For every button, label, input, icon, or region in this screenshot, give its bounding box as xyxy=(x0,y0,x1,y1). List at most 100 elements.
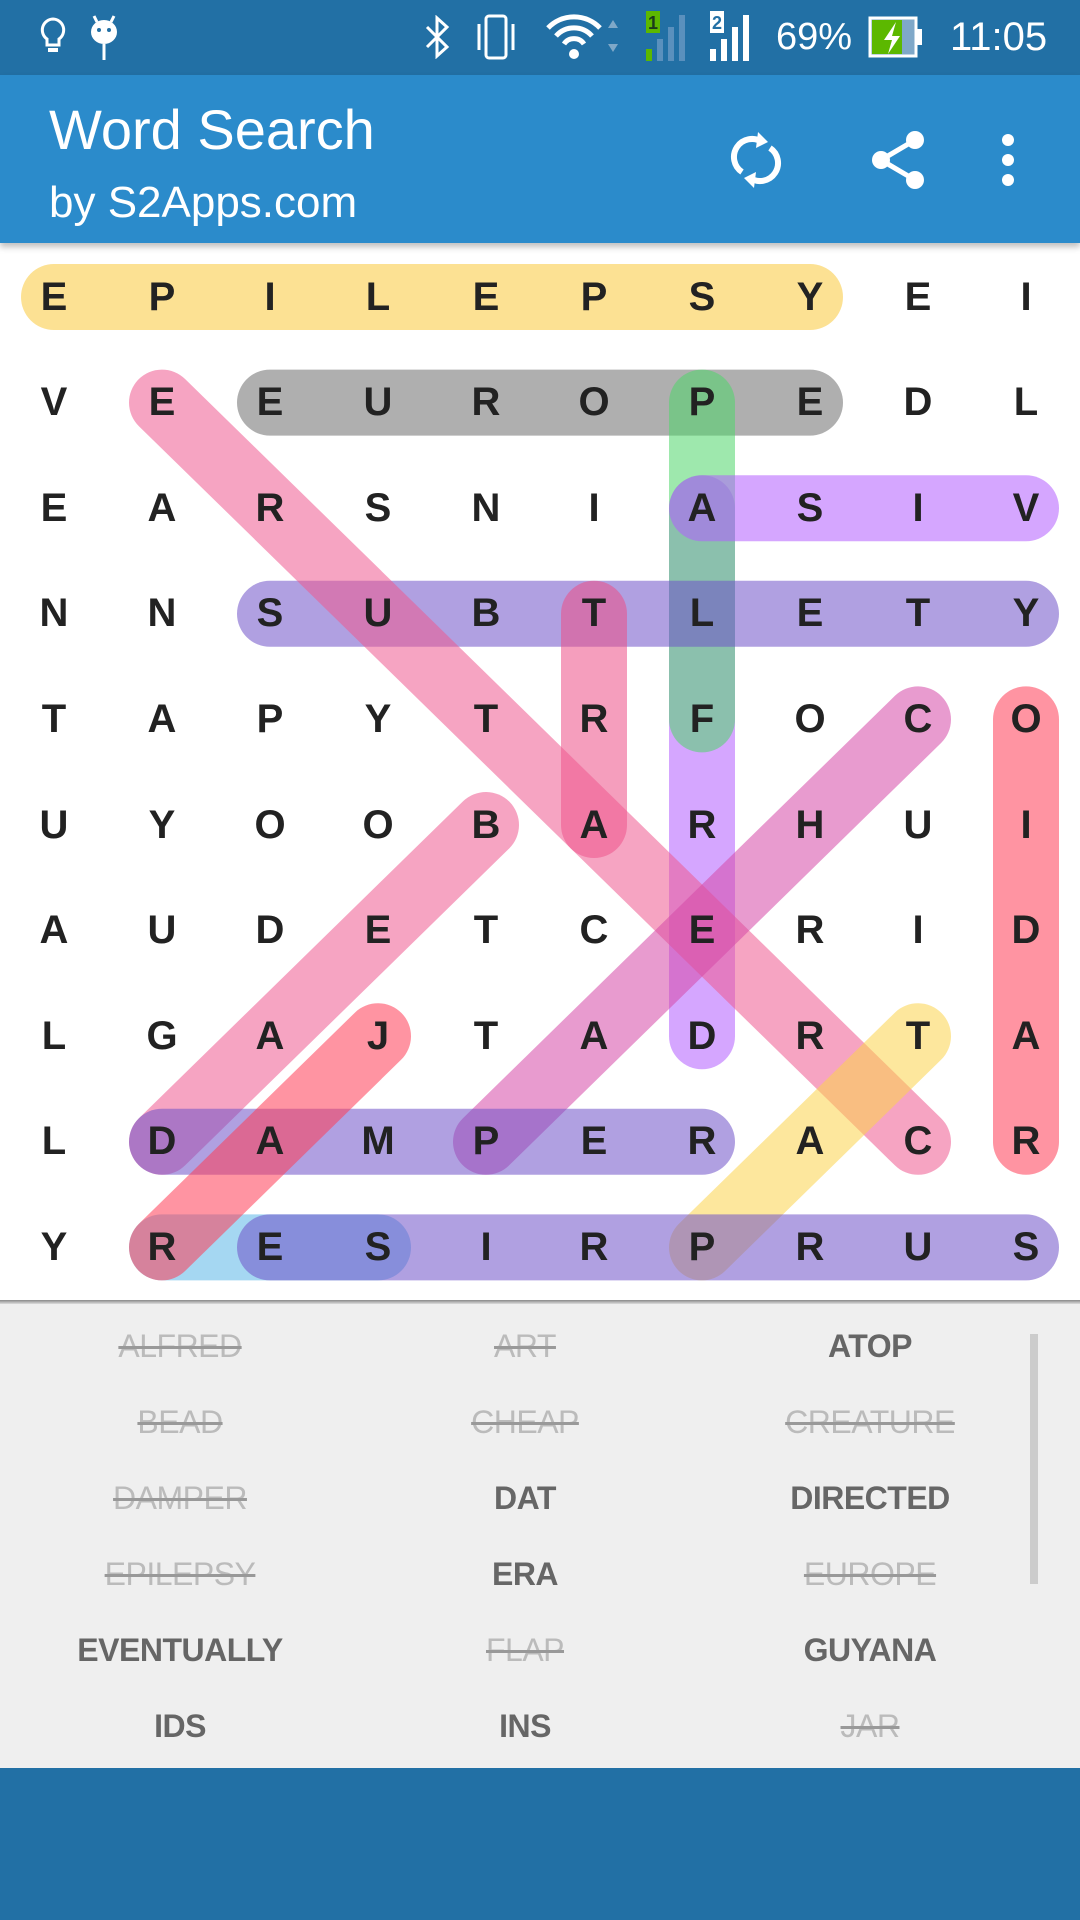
grid-cell[interactable]: D xyxy=(108,1089,216,1195)
grid-cell[interactable]: I xyxy=(216,244,324,350)
grid-cell[interactable]: Y xyxy=(108,772,216,878)
grid-cell[interactable]: T xyxy=(0,666,108,772)
grid-cell[interactable]: P xyxy=(648,1194,756,1300)
grid-cell[interactable]: E xyxy=(864,244,972,350)
grid-cell[interactable]: P xyxy=(216,666,324,772)
grid-cell[interactable]: Y xyxy=(756,244,864,350)
grid-cell[interactable]: A xyxy=(756,1089,864,1195)
grid-cell[interactable]: R xyxy=(648,1089,756,1195)
grid-cell[interactable]: T xyxy=(432,983,540,1089)
grid-cell[interactable]: C xyxy=(864,1089,972,1195)
grid-cell[interactable]: R xyxy=(216,455,324,561)
grid-cell[interactable]: R xyxy=(756,878,864,984)
grid-cell[interactable]: T xyxy=(864,983,972,1089)
grid-cell[interactable]: R xyxy=(756,983,864,1089)
grid-cell[interactable]: R xyxy=(648,772,756,878)
grid-cell[interactable]: N xyxy=(432,455,540,561)
grid-cell[interactable]: P xyxy=(648,350,756,456)
grid-cell[interactable]: Y xyxy=(324,666,432,772)
grid-cell[interactable]: D xyxy=(216,878,324,984)
grid-cell[interactable]: U xyxy=(324,561,432,667)
grid-cell[interactable]: T xyxy=(540,561,648,667)
grid-cell[interactable]: R xyxy=(756,1194,864,1300)
grid-cell[interactable]: A xyxy=(0,878,108,984)
grid-cell[interactable]: A xyxy=(216,983,324,1089)
grid-cell[interactable]: F xyxy=(648,666,756,772)
grid-cell[interactable]: O xyxy=(324,772,432,878)
grid-cell[interactable]: O xyxy=(540,350,648,456)
grid-cell[interactable]: I xyxy=(972,772,1080,878)
grid-cell[interactable]: E xyxy=(216,350,324,456)
grid-cell[interactable]: U xyxy=(864,772,972,878)
grid-cell[interactable]: S xyxy=(324,1194,432,1300)
grid-cell[interactable]: S xyxy=(324,455,432,561)
grid-cell[interactable]: T xyxy=(864,561,972,667)
grid-cell[interactable]: A xyxy=(108,455,216,561)
grid-cell[interactable]: E xyxy=(216,1194,324,1300)
grid-cell[interactable]: O xyxy=(972,666,1080,772)
grid-cell[interactable]: A xyxy=(216,1089,324,1195)
grid-cell[interactable]: T xyxy=(432,666,540,772)
grid-cell[interactable]: S xyxy=(972,1194,1080,1300)
grid-cell[interactable]: E xyxy=(540,1089,648,1195)
word-list-scrollbar[interactable] xyxy=(1030,1334,1038,1584)
grid-cell[interactable]: O xyxy=(756,666,864,772)
grid-cell[interactable]: H xyxy=(756,772,864,878)
grid-cell[interactable]: B xyxy=(432,772,540,878)
grid-cell[interactable]: N xyxy=(0,561,108,667)
grid-cell[interactable]: U xyxy=(864,1194,972,1300)
grid-cell[interactable]: U xyxy=(324,350,432,456)
grid-cell[interactable]: Y xyxy=(972,561,1080,667)
grid-cell[interactable]: I xyxy=(972,244,1080,350)
grid-cell[interactable]: I xyxy=(864,455,972,561)
grid-cell[interactable]: R xyxy=(432,350,540,456)
grid-cell[interactable]: N xyxy=(108,561,216,667)
grid-cell[interactable]: R xyxy=(540,1194,648,1300)
grid-cell[interactable]: C xyxy=(864,666,972,772)
grid-cell[interactable]: P xyxy=(540,244,648,350)
grid-cell[interactable]: A xyxy=(540,772,648,878)
grid-cell[interactable]: E xyxy=(0,244,108,350)
grid-cell[interactable]: M xyxy=(324,1089,432,1195)
grid-cell[interactable]: E xyxy=(324,878,432,984)
grid-cell[interactable]: D xyxy=(864,350,972,456)
grid-cell[interactable]: S xyxy=(216,561,324,667)
grid-cell[interactable]: Y xyxy=(0,1194,108,1300)
share-button[interactable] xyxy=(864,125,934,195)
grid-cell[interactable]: P xyxy=(108,244,216,350)
word-search-grid[interactable]: EPILEPSYEIVEEUROPEDLEARSNIASIVNNSUBTLETY… xyxy=(0,244,1080,1300)
grid-cell[interactable]: E xyxy=(756,350,864,456)
grid-cell[interactable]: R xyxy=(108,1194,216,1300)
more-options-button[interactable] xyxy=(973,125,1043,195)
grid-cell[interactable]: T xyxy=(432,878,540,984)
grid-cell[interactable]: O xyxy=(216,772,324,878)
grid-cell[interactable]: A xyxy=(648,455,756,561)
grid-cell[interactable]: L xyxy=(0,983,108,1089)
grid-cell[interactable]: L xyxy=(0,1089,108,1195)
grid-cell[interactable]: E xyxy=(756,561,864,667)
grid-cell[interactable]: I xyxy=(432,1194,540,1300)
grid-cell[interactable]: A xyxy=(540,983,648,1089)
grid-cell[interactable]: V xyxy=(972,455,1080,561)
grid-cell[interactable]: L xyxy=(648,561,756,667)
grid-cell[interactable]: R xyxy=(972,1089,1080,1195)
grid-cell[interactable]: R xyxy=(540,666,648,772)
grid-cell[interactable]: A xyxy=(108,666,216,772)
grid-cell[interactable]: I xyxy=(540,455,648,561)
grid-cell[interactable]: P xyxy=(432,1089,540,1195)
grid-cell[interactable]: S xyxy=(648,244,756,350)
grid-cell[interactable]: J xyxy=(324,983,432,1089)
grid-cell[interactable]: E xyxy=(648,878,756,984)
grid-cell[interactable]: B xyxy=(432,561,540,667)
grid-cell[interactable]: D xyxy=(972,878,1080,984)
grid-cell[interactable]: I xyxy=(864,878,972,984)
grid-cell[interactable]: D xyxy=(648,983,756,1089)
grid-cell[interactable]: E xyxy=(108,350,216,456)
grid-cell[interactable]: E xyxy=(432,244,540,350)
grid-cell[interactable]: G xyxy=(108,983,216,1089)
grid-cell[interactable]: U xyxy=(108,878,216,984)
grid-cell[interactable]: E xyxy=(0,455,108,561)
grid-cell[interactable]: U xyxy=(0,772,108,878)
refresh-button[interactable] xyxy=(721,125,791,195)
grid-cell[interactable]: S xyxy=(756,455,864,561)
